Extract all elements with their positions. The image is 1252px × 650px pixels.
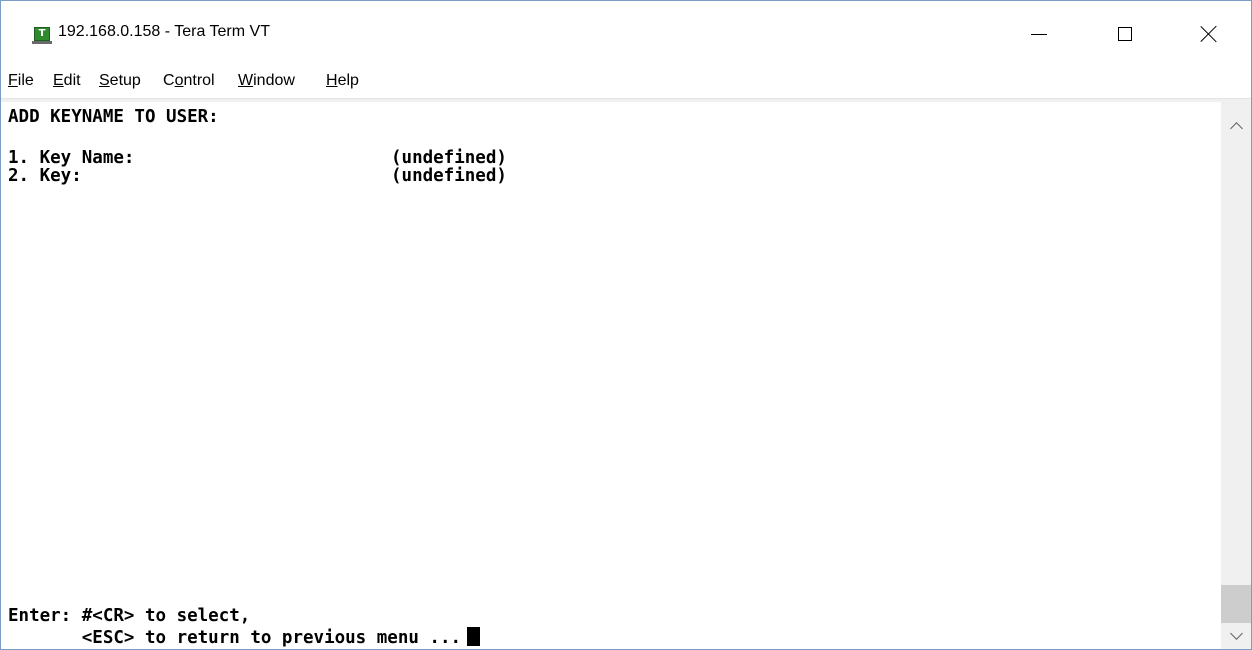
menu-option-key-value: (undefined) [391,166,507,186]
scroll-up-button[interactable] [1221,112,1251,140]
menu-setup[interactable]: Setup [99,72,141,90]
menu-control-pre: C [163,72,175,89]
text-cursor [467,627,481,646]
menu-bar: File Edit Setup Control Window Help [1,66,1251,98]
menu-help[interactable]: Help [326,72,359,90]
menu-setup-accel: S [99,72,110,89]
menu-control-label: ntrol [183,72,215,89]
minimize-icon [1031,33,1047,35]
close-icon [1200,25,1218,43]
terminal-window: T 192.168.0.158 - Tera Term VT File Edit… [0,0,1252,650]
chevron-up-icon [1229,121,1243,135]
menu-file-label: ile [17,72,34,89]
menu-option-key-label: 2. Key: [8,166,82,186]
menu-setup-label: etup [109,72,141,89]
minimize-button[interactable] [1016,17,1062,51]
scroll-down-button[interactable] [1221,621,1251,649]
chevron-down-icon [1229,626,1243,640]
terminal-prompt-line-2: <ESC> to return to previous menu ... [8,627,481,648]
menu-window-accel: W [238,72,254,89]
terminal-heading: ADD KEYNAME TO USER: [8,107,219,127]
menu-help-accel: H [326,72,338,89]
menu-edit-accel: E [53,72,64,89]
close-button[interactable] [1186,17,1232,51]
menu-edit-label: dit [63,72,81,89]
maximize-icon [1118,27,1132,41]
menu-file-accel: F [8,72,18,89]
terminal-prompt-line-1: Enter: #<CR> to select, [8,606,251,626]
menu-window-label: indow [253,72,295,89]
menu-window[interactable]: Window [238,72,295,90]
teraterm-app-icon[interactable]: T [32,27,52,44]
menu-edit[interactable]: Edit [53,72,81,90]
window-title: 192.168.0.158 - Tera Term VT [58,23,270,40]
maximize-button[interactable] [1102,17,1148,51]
scrollbar-thumb[interactable] [1221,585,1251,623]
menu-control[interactable]: Control [163,72,215,90]
prompt-line-2-text: <ESC> to return to previous menu ... [8,628,462,648]
terminal-screen[interactable]: ADD KEYNAME TO USER: 1. Key Name: (undef… [8,102,1221,648]
vertical-scrollbar[interactable] [1221,102,1251,649]
title-bar[interactable]: T 192.168.0.158 - Tera Term VT [1,1,1251,63]
menu-help-label: elp [337,72,359,89]
menu-option-key-name-value: (undefined) [391,148,507,168]
menu-file[interactable]: File [8,72,34,90]
menu-option-key-name-label: 1. Key Name: [8,148,135,168]
